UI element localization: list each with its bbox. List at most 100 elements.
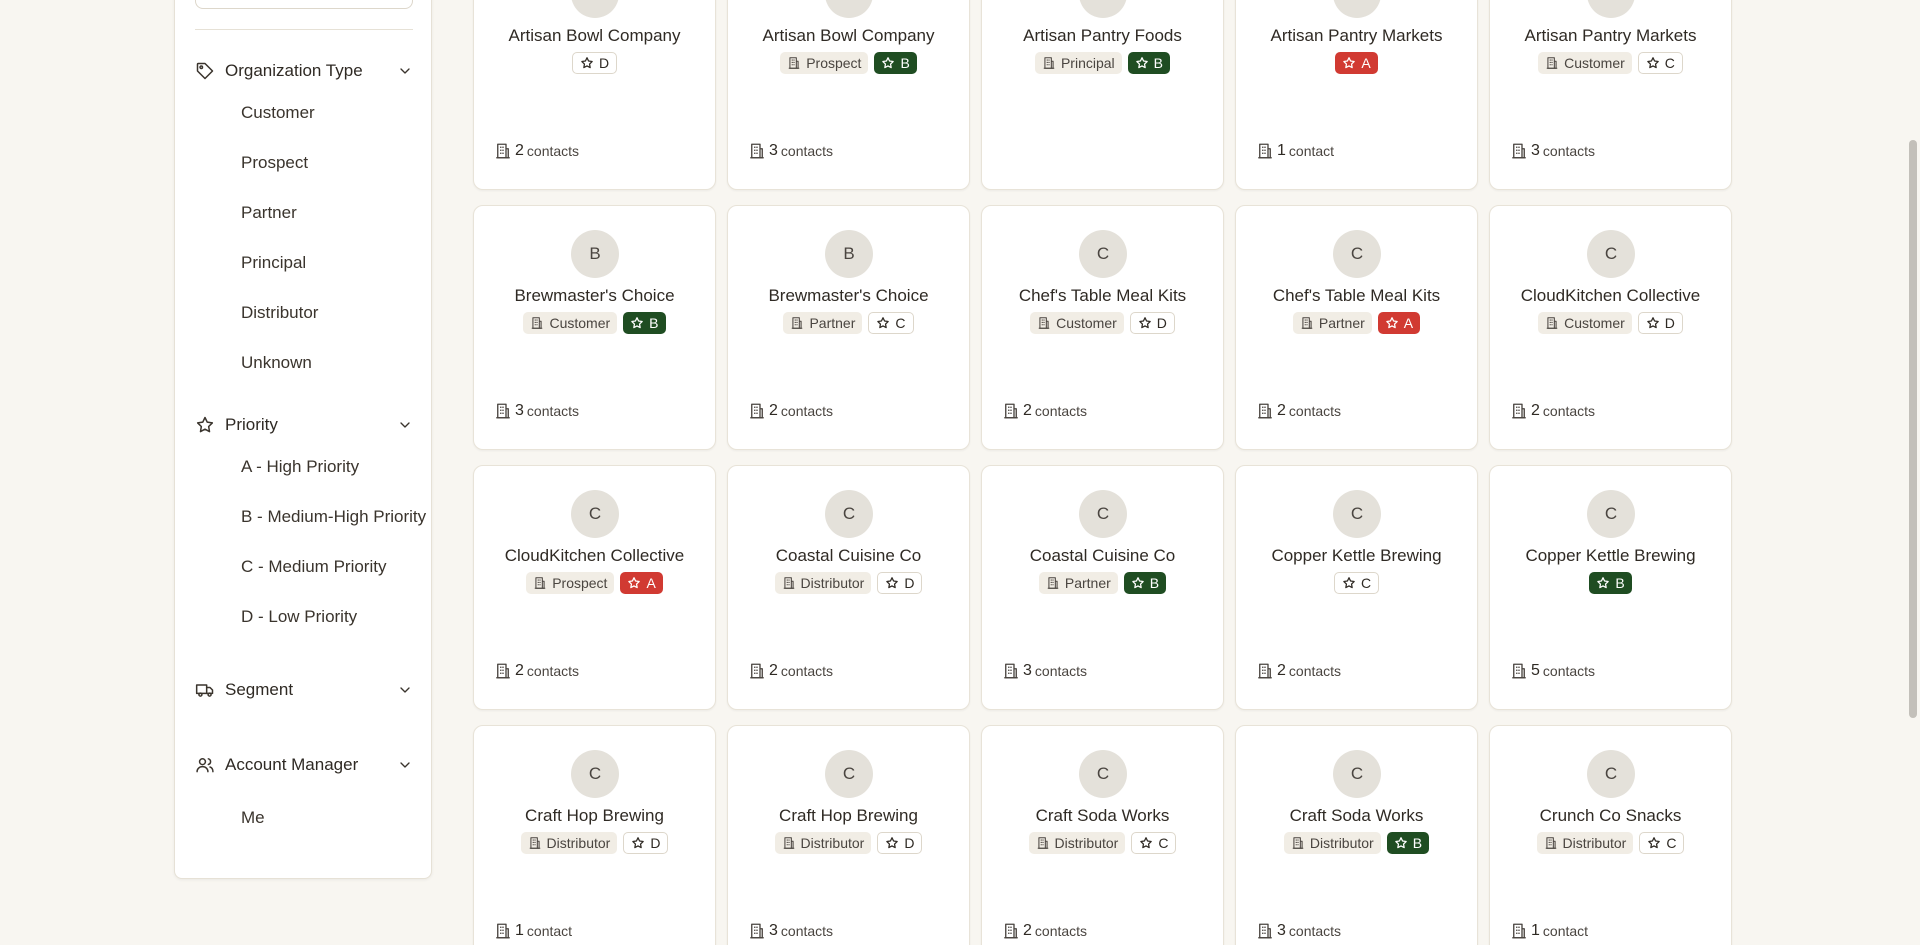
contact-count-number: 2 (1023, 922, 1032, 939)
priority-label: D (598, 55, 610, 71)
contact-count: 1 contact (1510, 922, 1588, 940)
contact-count: 2 contacts (494, 662, 579, 680)
building-icon (787, 56, 801, 70)
organization-name[interactable]: Coastal Cuisine Co (728, 546, 969, 566)
organization-name[interactable]: Craft Soda Works (982, 806, 1223, 826)
organization-card[interactable]: B Brewmaster's Choice Customer B 3 contacts (473, 205, 716, 450)
priority-label: C (1158, 835, 1169, 851)
organization-card[interactable]: C Chef's Table Meal Kits Partner A 2 contacts (1235, 205, 1478, 450)
priority-badge: C (1639, 832, 1685, 854)
filter-section-account-manager[interactable]: Account Manager (195, 753, 413, 777)
organization-name[interactable]: Coastal Cuisine Co (982, 546, 1223, 566)
organization-card[interactable]: C Craft Soda Works Distributor B 3 contacts (1235, 725, 1478, 945)
filter-option-distributor[interactable]: Distributor (241, 303, 318, 323)
building-icon (1002, 922, 1020, 940)
organization-card[interactable]: B Brewmaster's Choice Partner C 2 contacts (727, 205, 970, 450)
avatar: C (1079, 750, 1127, 798)
filter-option-priority-c[interactable]: C - Medium Priority (241, 557, 386, 577)
scrollbar-thumb[interactable] (1909, 140, 1917, 718)
organization-card[interactable]: C CloudKitchen Collective Prospect A 2 contac… (473, 465, 716, 710)
organization-name[interactable]: Chef's Table Meal Kits (1236, 286, 1477, 306)
organization-card[interactable]: A Artisan Pantry Markets A 1contact (1235, 0, 1478, 190)
building-icon (748, 142, 766, 160)
organization-type-badge: Partner (1292, 312, 1372, 334)
filter-option-unknown[interactable]: Unknown (241, 353, 312, 373)
priority-label: C (895, 315, 906, 331)
filter-section-organization-type[interactable]: Organization Type (195, 59, 413, 83)
organization-name[interactable]: Copper Kettle Brewing (1490, 546, 1731, 566)
priority-label: D (650, 835, 661, 851)
chevron-down-icon[interactable] (397, 682, 413, 698)
sidebar-divider (195, 29, 413, 30)
search-input[interactable] (195, 0, 413, 9)
chevron-down-icon[interactable] (397, 757, 413, 773)
filter-option-me[interactable]: Me (241, 808, 265, 828)
filter-option-priority-d[interactable]: D - Low Priority (241, 607, 357, 627)
organization-card[interactable]: C Crunch Co Snacks Distributor C 1 contact (1489, 725, 1732, 945)
organization-type-badge: Partner (783, 312, 863, 334)
organization-name[interactable]: Brewmaster's Choice (728, 286, 969, 306)
organization-card[interactable]: C Coastal Cuisine Co Distributor D 2 contacts (727, 465, 970, 710)
organization-type-badge: Customer (523, 312, 618, 334)
badge-row: B (1490, 572, 1731, 594)
organization-name[interactable]: CloudKitchen Collective (1490, 286, 1731, 306)
organization-card[interactable]: C Craft Soda Works Distributor C 2 contacts (981, 725, 1224, 945)
organization-name[interactable]: Craft Hop Brewing (728, 806, 969, 826)
priority-badge: A (1335, 52, 1378, 74)
organization-name[interactable]: Chef's Table Meal Kits (982, 286, 1223, 306)
contact-count-label: contacts (780, 663, 834, 679)
organization-card[interactable]: C Craft Hop Brewing Distributor D 1 contact (473, 725, 716, 945)
organization-name[interactable]: Artisan Pantry Foods (982, 26, 1223, 46)
organization-card[interactable]: C CloudKitchen Collective Customer D 2 contac… (1489, 205, 1732, 450)
building-icon (790, 316, 804, 330)
contact-count-number: 2 (769, 402, 778, 419)
contact-count: 2 contacts (748, 662, 833, 680)
organization-type-badge: Partner (1038, 572, 1118, 594)
filter-option-priority-b[interactable]: B - Medium-High Priority (241, 507, 426, 527)
organization-name[interactable]: Brewmaster's Choice (474, 286, 715, 306)
organization-card[interactable]: A Artisan Bowl Company D 2contacts (473, 0, 716, 190)
contact-count: 3 contacts (1510, 142, 1595, 160)
filter-option-priority-a[interactable]: A - High Priority (241, 457, 359, 477)
filter-option-prospect[interactable]: Prospect (241, 153, 308, 173)
avatar: C (825, 750, 873, 798)
avatar: C (1079, 230, 1127, 278)
organization-name[interactable]: CloudKitchen Collective (474, 546, 715, 566)
organization-name[interactable]: Copper Kettle Brewing (1236, 546, 1477, 566)
organization-card[interactable]: C Copper Kettle Brewing C 2 contacts (1235, 465, 1478, 710)
users-icon (195, 755, 215, 775)
organization-name[interactable]: Artisan Bowl Company (474, 26, 715, 46)
contact-count: 1 contact (494, 922, 572, 940)
organization-card[interactable]: A Artisan Pantry Markets Customer C 3contact… (1489, 0, 1732, 190)
filter-section-priority[interactable]: Priority (195, 413, 413, 437)
organization-card[interactable]: C Craft Hop Brewing Distributor D 3 contacts (727, 725, 970, 945)
organization-card[interactable]: C Copper Kettle Brewing B 5 contacts (1489, 465, 1732, 710)
organization-card[interactable]: A Artisan Bowl Company Prospect B 3contacts (727, 0, 970, 190)
badge-row: Partner C (728, 312, 969, 334)
priority-label: B (1149, 575, 1160, 591)
filter-option-customer[interactable]: Customer (241, 103, 315, 123)
organization-type-badge: Customer (1538, 312, 1632, 334)
contact-count-label: contact (1542, 923, 1589, 939)
organization-name[interactable]: Artisan Pantry Markets (1490, 26, 1731, 46)
avatar: A (1079, 0, 1127, 18)
filter-section-segment[interactable]: Segment (195, 678, 413, 702)
organization-name[interactable]: Craft Hop Brewing (474, 806, 715, 826)
chevron-down-icon[interactable] (397, 417, 413, 433)
scrollbar[interactable] (1906, 0, 1920, 945)
organization-name[interactable]: Craft Soda Works (1236, 806, 1477, 826)
organization-card[interactable]: A Artisan Pantry Foods Principal B (981, 0, 1224, 190)
priority-label: A (1361, 55, 1371, 71)
organization-name[interactable]: Crunch Co Snacks (1490, 806, 1731, 826)
contact-count-number: 3 (769, 922, 778, 939)
organization-card[interactable]: C Coastal Cuisine Co Partner B 3 contacts (981, 465, 1224, 710)
organization-name[interactable]: Artisan Bowl Company (728, 26, 969, 46)
chevron-down-icon[interactable] (397, 63, 413, 79)
filter-option-principal[interactable]: Principal (241, 253, 306, 273)
organization-type-badge: Distributor (1028, 832, 1126, 854)
filter-option-partner[interactable]: Partner (241, 203, 297, 223)
organization-card[interactable]: C Chef's Table Meal Kits Customer D 2 contact… (981, 205, 1224, 450)
contact-count-number: 5 (1531, 662, 1540, 679)
organization-name[interactable]: Artisan Pantry Markets (1236, 26, 1477, 46)
building-icon (1256, 662, 1274, 680)
